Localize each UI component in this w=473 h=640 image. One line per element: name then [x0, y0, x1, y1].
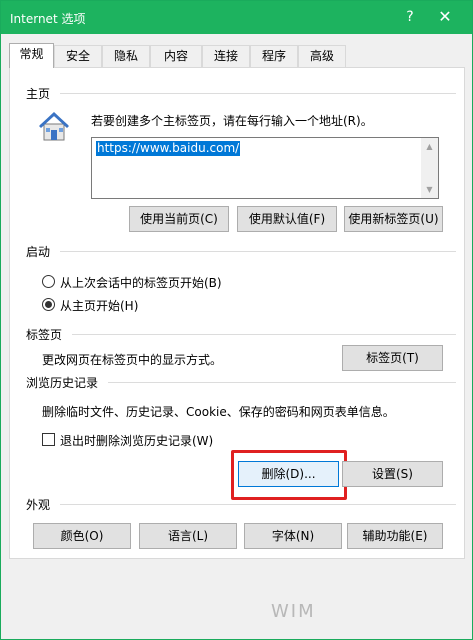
tab-programs[interactable]: 程序: [250, 45, 298, 67]
history-settings-button[interactable]: 设置(S): [342, 461, 443, 487]
home-page-url-text[interactable]: https://www.baidu.com/: [96, 141, 241, 156]
home-section-divider: [60, 93, 456, 94]
history-section-divider: [108, 382, 456, 383]
general-tab-panel: 主页 若要创建多个主标签页，请在每行输入一个地址(R)。 https://www…: [9, 67, 465, 559]
close-icon[interactable]: ✕: [434, 6, 456, 28]
startup-section-title: 启动: [26, 245, 51, 259]
tab-general[interactable]: 常规: [9, 43, 54, 68]
window-title: Internet 选项: [10, 12, 86, 26]
tab-connections[interactable]: 连接: [202, 45, 250, 67]
house-icon: [39, 112, 69, 141]
help-icon[interactable]: ?: [399, 6, 421, 28]
internet-options-window: Internet 选项 ? ✕ 常规 安全 隐私 内容 连接 程序 高级 主页 …: [0, 0, 473, 640]
urls-scrollbar[interactable]: ▲ ▼: [421, 138, 438, 198]
home-page-urls-input[interactable]: https://www.baidu.com/ ▲ ▼: [91, 137, 439, 199]
tab-security[interactable]: 安全: [54, 45, 102, 67]
use-current-button[interactable]: 使用当前页(C): [129, 206, 229, 232]
accessibility-button[interactable]: 辅助功能(E): [347, 523, 443, 549]
startup-section-divider: [60, 251, 456, 252]
fonts-button[interactable]: 字体(N): [244, 523, 342, 549]
tab-advanced[interactable]: 高级: [298, 45, 346, 67]
appearance-section-divider: [60, 504, 456, 505]
scroll-down-icon[interactable]: ▼: [421, 181, 438, 198]
history-section-title: 浏览历史记录: [26, 376, 99, 390]
tabs-button[interactable]: 标签页(T): [342, 345, 443, 371]
delete-history-button[interactable]: 删除(D)...: [238, 461, 339, 487]
startup-last-session-radio[interactable]: [42, 275, 55, 288]
watermark-text: WIM: [271, 601, 316, 622]
tabs-section-title: 标签页: [26, 328, 63, 342]
startup-home-label[interactable]: 从主页开始(H): [60, 297, 138, 314]
delete-on-exit-label[interactable]: 退出时删除浏览历史记录(W): [60, 432, 213, 449]
history-description: 删除临时文件、历史记录、Cookie、保存的密码和网页表单信息。: [42, 405, 395, 419]
scroll-up-icon[interactable]: ▲: [421, 138, 438, 155]
home-section-title: 主页: [26, 87, 51, 101]
colors-button[interactable]: 颜色(O): [33, 523, 131, 549]
use-default-button[interactable]: 使用默认值(F): [237, 206, 337, 232]
startup-last-session-label[interactable]: 从上次会话中的标签页开始(B): [60, 274, 222, 291]
title-bar[interactable]: Internet 选项 ? ✕: [1, 1, 472, 34]
delete-on-exit-checkbox[interactable]: [42, 433, 55, 446]
tabs-description: 更改网页在标签页中的显示方式。: [42, 353, 223, 367]
tab-content[interactable]: 内容: [150, 45, 202, 67]
home-instruction: 若要创建多个主标签页，请在每行输入一个地址(R)。: [91, 114, 373, 128]
use-new-tab-button[interactable]: 使用新标签页(U): [344, 206, 443, 232]
startup-home-radio[interactable]: [42, 298, 55, 311]
tabs-section-divider: [72, 334, 456, 335]
appearance-section-title: 外观: [26, 498, 51, 512]
tab-privacy[interactable]: 隐私: [102, 45, 150, 67]
languages-button[interactable]: 语言(L): [139, 523, 237, 549]
